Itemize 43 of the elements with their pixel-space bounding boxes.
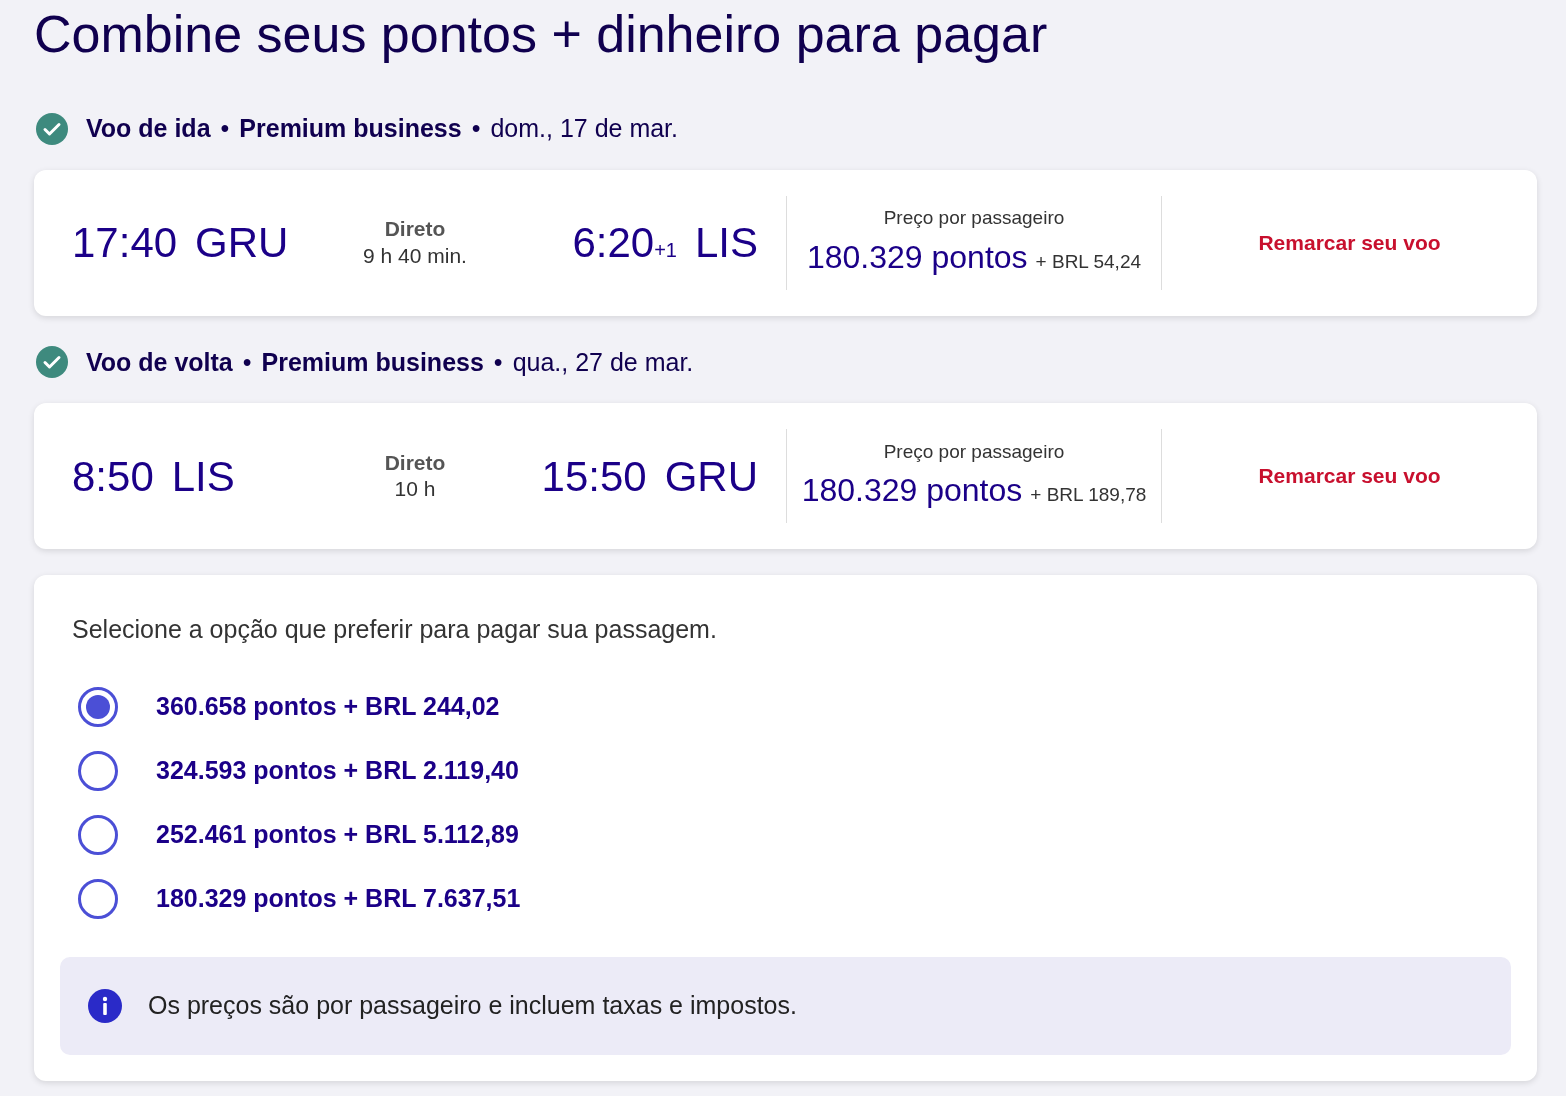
stops-label: Direto <box>384 216 446 243</box>
day-offset: +1 <box>654 238 677 263</box>
departure-time: 17:40 <box>72 218 178 268</box>
price-label: Preço por passageiro <box>883 439 1065 464</box>
flight-date: qua., 27 de mar. <box>512 346 694 378</box>
info-text: Os preços são por passageiro e incluem taxas e impostos. <box>148 989 797 1021</box>
payment-option[interactable]: 180.329 pontos + BRL 7.637,51 <box>78 878 1511 919</box>
radio-button[interactable] <box>78 814 118 855</box>
points-price: 180.329 pontos <box>806 237 1028 277</box>
flight-date: dom., 17 de mar. <box>490 113 678 144</box>
departure-time: 8:50 <box>72 451 154 502</box>
arrival-time: 6:20 <box>572 218 655 268</box>
departure-airport: GRU <box>195 218 289 268</box>
cabin-class: Premium business <box>239 113 462 144</box>
price-label: Preço por passageiro <box>883 206 1065 231</box>
flight-duration: 10 h <box>394 476 436 502</box>
page-title: Combine seus pontos + dinheiro para pagar <box>34 4 1049 64</box>
radio-button[interactable] <box>78 686 118 727</box>
separator-dot: • <box>471 113 481 144</box>
radio-button[interactable] <box>78 750 118 791</box>
arrival-airport: LIS <box>694 218 758 268</box>
arrival-time: 15:50 <box>541 451 647 502</box>
rebook-link[interactable]: Remarcar seu voo <box>1258 460 1441 492</box>
separator-dot: • <box>493 346 503 378</box>
payment-option[interactable]: 360.658 pontos + BRL 244,02 <box>78 686 1511 727</box>
radio-button[interactable] <box>78 878 118 919</box>
stops-label: Direto <box>384 449 446 476</box>
flight-direction: Voo de ida <box>86 113 211 144</box>
payment-prompt: Selecione a opção que preferir para pagar sua passagem. <box>71 614 718 645</box>
flight-direction: Voo de volta <box>86 346 233 378</box>
departure-airport: LIS <box>171 451 235 502</box>
info-icon <box>88 988 122 1023</box>
separator-dot: • <box>242 346 252 378</box>
payment-option[interactable]: 324.593 pontos + BRL 2.119,40 <box>78 750 1511 791</box>
cash-price: + BRL 189,78 <box>1030 483 1147 508</box>
rebook-link[interactable]: Remarcar seu voo <box>1258 226 1441 259</box>
arrival-airport: GRU <box>664 451 758 502</box>
separator-dot: • <box>220 113 230 144</box>
points-price: 180.329 pontos <box>801 471 1023 511</box>
cash-price: + BRL 54,24 <box>1035 249 1142 274</box>
flight-duration: 9 h 40 min. <box>363 242 467 269</box>
cabin-class: Premium business <box>261 346 484 378</box>
payment-option[interactable]: 252.461 pontos + BRL 5.112,89 <box>78 814 1511 855</box>
